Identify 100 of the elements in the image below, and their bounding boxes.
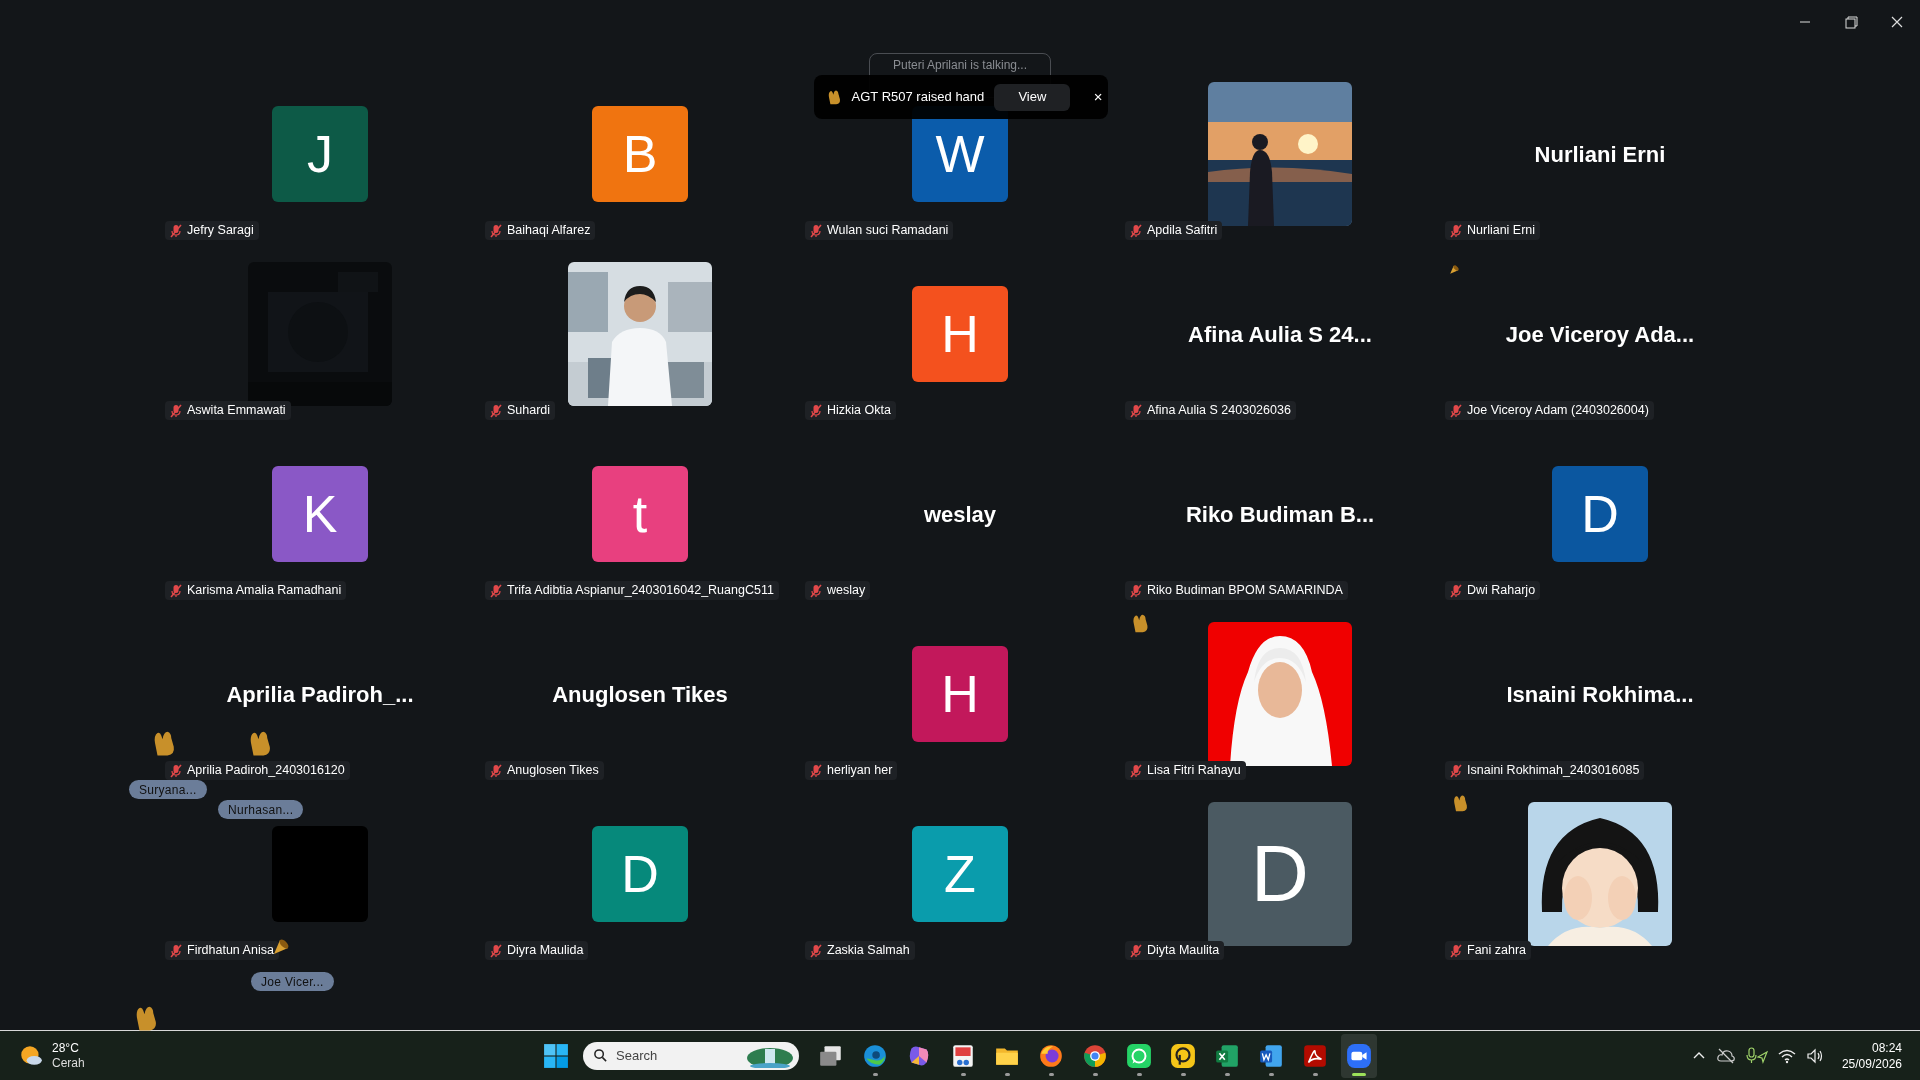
- participant-name: Suhardi: [507, 402, 551, 420]
- participant-name: Apdila Safitri: [1147, 222, 1218, 240]
- participant-name: Isnaini Rokhimah_2403016085: [1467, 762, 1640, 780]
- muted-mic-icon: [810, 763, 822, 778]
- video-app-icon[interactable]: [1346, 1042, 1372, 1069]
- speaking-text: Puteri Aprilani is talking...: [892, 58, 1028, 72]
- avatar-tile: Z: [912, 826, 1008, 922]
- document-icon[interactable]: [1258, 1042, 1284, 1069]
- muted-mic-icon: [810, 943, 822, 958]
- avatar-tile: D: [1208, 802, 1352, 946]
- muted-mic-icon: [1450, 943, 1462, 958]
- chat-icon[interactable]: [1126, 1042, 1152, 1069]
- search-input[interactable]: Search: [616, 1045, 737, 1066]
- avatar-tile: D: [1552, 466, 1648, 562]
- muted-mic-icon: [170, 403, 182, 418]
- muted-mic-icon: [810, 223, 822, 238]
- muted-mic-icon: [170, 223, 182, 238]
- muted-mic-icon: [810, 583, 822, 598]
- avatar-tile: D: [592, 826, 688, 922]
- pdf-icon[interactable]: [1302, 1042, 1328, 1069]
- participant-name: Fani zahra: [1467, 942, 1527, 960]
- participant-name: herliyan her: [827, 762, 893, 780]
- fox-browser-icon[interactable]: [1038, 1042, 1064, 1069]
- participant-display-name: Aprilia Padiroh_...: [226, 680, 414, 709]
- browser-icon[interactable]: [862, 1042, 888, 1069]
- avatar-tile: B: [592, 106, 688, 202]
- muted-mic-icon: [170, 583, 182, 598]
- reaction-name-bubble: Suryana...: [129, 780, 207, 799]
- participant-display-name: Isnaini Rokhima...: [1506, 680, 1694, 709]
- avatar-tile: J: [272, 106, 368, 202]
- participant-name: weslay: [827, 582, 866, 600]
- wifi-icon[interactable]: [1777, 1047, 1796, 1064]
- app-icon[interactable]: [1170, 1042, 1196, 1069]
- participant-display-name: Anuglosen Tikes: [552, 680, 728, 709]
- participant-name: Anuglosen Tikes: [507, 762, 599, 780]
- avatar-tile: H: [912, 286, 1008, 382]
- running-app-indicator: [1268, 1072, 1274, 1076]
- muted-mic-icon: [490, 943, 502, 958]
- running-app-indicator: [1048, 1072, 1054, 1076]
- participant-display-name: Nurliani Erni: [1534, 140, 1666, 169]
- participant-name: Wulan suci Ramadani: [827, 222, 949, 240]
- participant-name: Joe Viceroy Adam (2403026004): [1467, 402, 1649, 420]
- participant-display-name: weslay: [923, 500, 997, 529]
- participant-name: Riko Budiman BPOM SAMARINDA: [1147, 582, 1343, 600]
- participant-name: Trifa Adibtia Aspianur_2403016042_RuangC511: [507, 582, 774, 600]
- muted-mic-icon: [170, 943, 182, 958]
- windows-start-icon[interactable]: [543, 1042, 569, 1069]
- snipping-tool-icon[interactable]: [950, 1042, 976, 1069]
- participant-name: Jefry Saragi: [187, 222, 254, 240]
- participant-name: Aprilia Padiroh_2403016120: [187, 762, 345, 780]
- participant-name: Hizkia Okta: [827, 402, 891, 420]
- participant-name: Dwi Raharjo: [1467, 582, 1536, 600]
- mic-location-icon[interactable]: [1745, 1046, 1768, 1065]
- participant-name: Firdhatun Anisa: [187, 942, 274, 960]
- browser-icon[interactable]: [1082, 1042, 1108, 1069]
- participant-name: Karisma Amalia Ramadhani: [187, 582, 342, 600]
- muted-mic-icon: [1450, 763, 1462, 778]
- participant-name: Lisa Fitri Rahayu: [1147, 762, 1241, 780]
- muted-mic-icon: [810, 403, 822, 418]
- spreadsheet-icon[interactable]: [1214, 1042, 1240, 1069]
- muted-mic-icon: [170, 763, 182, 778]
- weather-condition: Cerah: [52, 1055, 85, 1071]
- muted-mic-icon: [1450, 223, 1462, 238]
- running-app-indicator: [1180, 1072, 1186, 1076]
- running-app-indicator: [1092, 1072, 1098, 1076]
- search-icon: [593, 1048, 608, 1063]
- reaction-name-bubble: Joe Vicer...: [251, 972, 334, 991]
- running-app-indicator: [872, 1072, 878, 1076]
- muted-mic-icon: [490, 223, 502, 238]
- weather-temperature: 28°C: [52, 1040, 80, 1056]
- avatar-tile: t: [592, 466, 688, 562]
- muted-mic-icon: [1130, 943, 1142, 958]
- close-toast-button[interactable]: ×: [1088, 85, 1108, 109]
- clock-date[interactable]: 25/09/2026: [1841, 1055, 1902, 1072]
- participant-display-name: Riko Budiman B...: [1185, 500, 1375, 529]
- muted-mic-icon: [490, 583, 502, 598]
- cloud-off-icon[interactable]: [1715, 1046, 1736, 1065]
- speaker-icon[interactable]: [1805, 1047, 1824, 1064]
- participant-name: Aswita Emmawati: [187, 402, 286, 420]
- participant-name: Zaskia Salmah: [827, 942, 910, 960]
- running-app-indicator: [1224, 1072, 1230, 1076]
- participant-name: Afina Aulia S 2403026036: [1147, 402, 1291, 420]
- muted-mic-icon: [1450, 583, 1462, 598]
- search-field[interactable]: Search: [583, 1041, 799, 1070]
- clock-time[interactable]: 08:24: [1871, 1039, 1902, 1056]
- participant-name: Diyra Maulida: [507, 942, 584, 960]
- running-app-indicator: [1004, 1072, 1010, 1076]
- muted-mic-icon: [1450, 403, 1462, 418]
- toast-message: AGT R507 raised hand: [851, 88, 985, 107]
- participant-name: Nurliani Erni: [1467, 222, 1536, 240]
- muted-mic-icon: [1130, 583, 1142, 598]
- muted-mic-icon: [1130, 403, 1142, 418]
- participant-display-name: Joe Viceroy Ada...: [1505, 320, 1695, 349]
- participant-name: Baihaqi Alfarez: [507, 222, 591, 240]
- muted-mic-icon: [1130, 223, 1142, 238]
- muted-mic-icon: [490, 403, 502, 418]
- muted-mic-icon: [490, 763, 502, 778]
- running-app-indicator: [960, 1072, 966, 1076]
- active-app-indicator: [1352, 1072, 1366, 1076]
- view-button[interactable]: View: [994, 83, 1071, 111]
